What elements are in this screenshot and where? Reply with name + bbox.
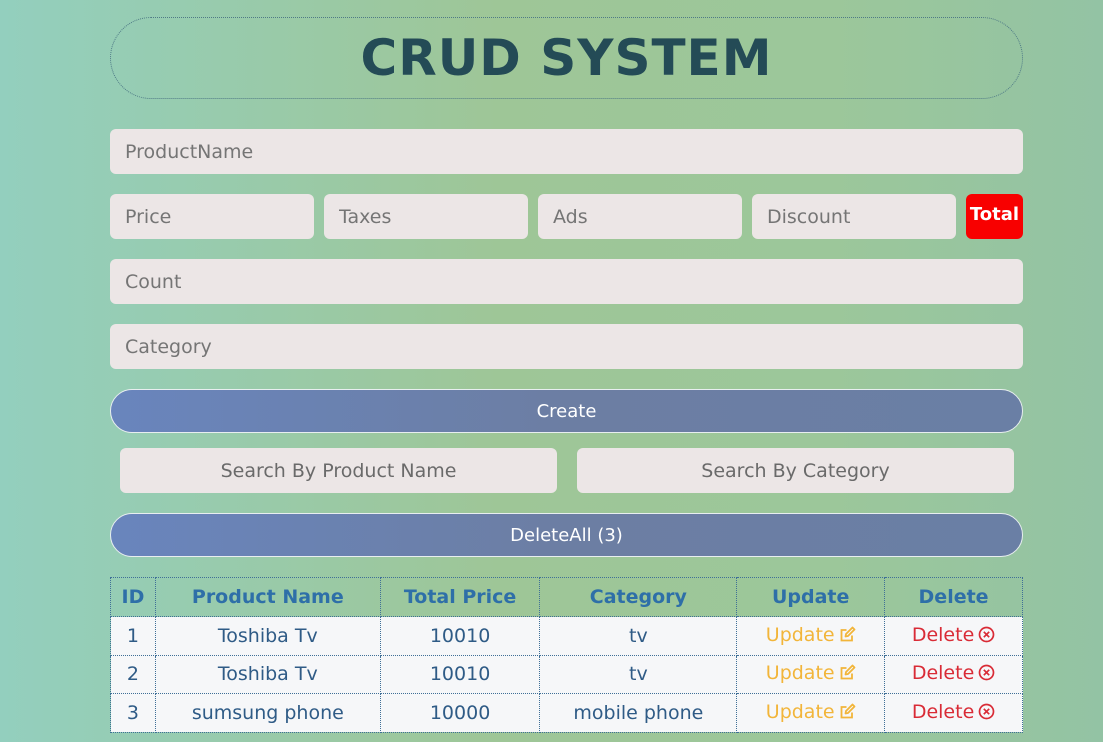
products-table: ID Product Name Total Price Category Upd… <box>110 577 1023 733</box>
header-delete: Delete <box>884 577 1023 617</box>
table-row: 2 Toshiba Tv 10010 tv Update Delete <box>110 654 1023 694</box>
cell-id: 3 <box>110 693 156 733</box>
update-label: Update <box>765 700 835 723</box>
cell-product-name: Toshiba Tv <box>154 654 381 694</box>
edit-icon <box>839 703 856 725</box>
delete-label: Delete <box>911 700 975 723</box>
header-category: Category <box>539 577 738 617</box>
discount-input[interactable] <box>752 194 956 239</box>
count-input[interactable] <box>110 259 1023 304</box>
delete-button[interactable]: Delete <box>884 654 1023 694</box>
header-total-price: Total Price <box>379 577 541 617</box>
cell-total-price: 10000 <box>379 693 541 733</box>
edit-icon <box>839 664 856 686</box>
product-name-input[interactable] <box>110 129 1023 174</box>
header-product-name: Product Name <box>154 577 381 617</box>
cell-id: 2 <box>110 654 156 694</box>
update-label: Update <box>765 623 835 646</box>
cell-product-name: Toshiba Tv <box>154 616 381 656</box>
table-header-row: ID Product Name Total Price Category Upd… <box>110 577 1023 617</box>
delete-label: Delete <box>911 623 975 646</box>
delete-button[interactable]: Delete <box>884 616 1023 656</box>
delete-button[interactable]: Delete <box>884 693 1023 733</box>
price-row: Total <box>110 194 1023 239</box>
delete-label: Delete <box>911 662 975 685</box>
update-label: Update <box>765 662 835 685</box>
header-update: Update <box>736 577 886 617</box>
title-banner: CRUD SYSTEM <box>110 17 1023 99</box>
taxes-input[interactable] <box>324 194 528 239</box>
circle-x-icon <box>978 626 995 648</box>
edit-icon <box>839 626 856 648</box>
update-button[interactable]: Update <box>736 616 886 656</box>
table-row: 3 sumsung phone 10000 mobile phone Updat… <box>110 693 1023 733</box>
ads-input[interactable] <box>538 194 742 239</box>
header-id: ID <box>110 577 156 617</box>
update-button[interactable]: Update <box>736 654 886 694</box>
update-button[interactable]: Update <box>736 693 886 733</box>
cell-total-price: 10010 <box>379 654 541 694</box>
page-title: CRUD SYSTEM <box>360 29 773 87</box>
cell-category: mobile phone <box>539 693 738 733</box>
search-by-category-button[interactable]: Search By Category <box>577 448 1014 493</box>
cell-id: 1 <box>110 616 156 656</box>
cell-category: tv <box>539 616 738 656</box>
price-input[interactable] <box>110 194 314 239</box>
delete-all-button[interactable]: DeleteAll (3) <box>110 513 1023 557</box>
category-input[interactable] <box>110 324 1023 369</box>
circle-x-icon <box>978 664 995 686</box>
circle-x-icon <box>978 703 995 725</box>
crud-app: CRUD SYSTEM Total Create Search By Produ… <box>110 17 1023 733</box>
cell-product-name: sumsung phone <box>154 693 381 733</box>
search-by-name-button[interactable]: Search By Product Name <box>120 448 557 493</box>
create-button[interactable]: Create <box>110 389 1023 433</box>
cell-total-price: 10010 <box>379 616 541 656</box>
total-badge: Total <box>966 194 1023 239</box>
table-row: 1 Toshiba Tv 10010 tv Update Delete <box>110 616 1023 656</box>
cell-category: tv <box>539 654 738 694</box>
